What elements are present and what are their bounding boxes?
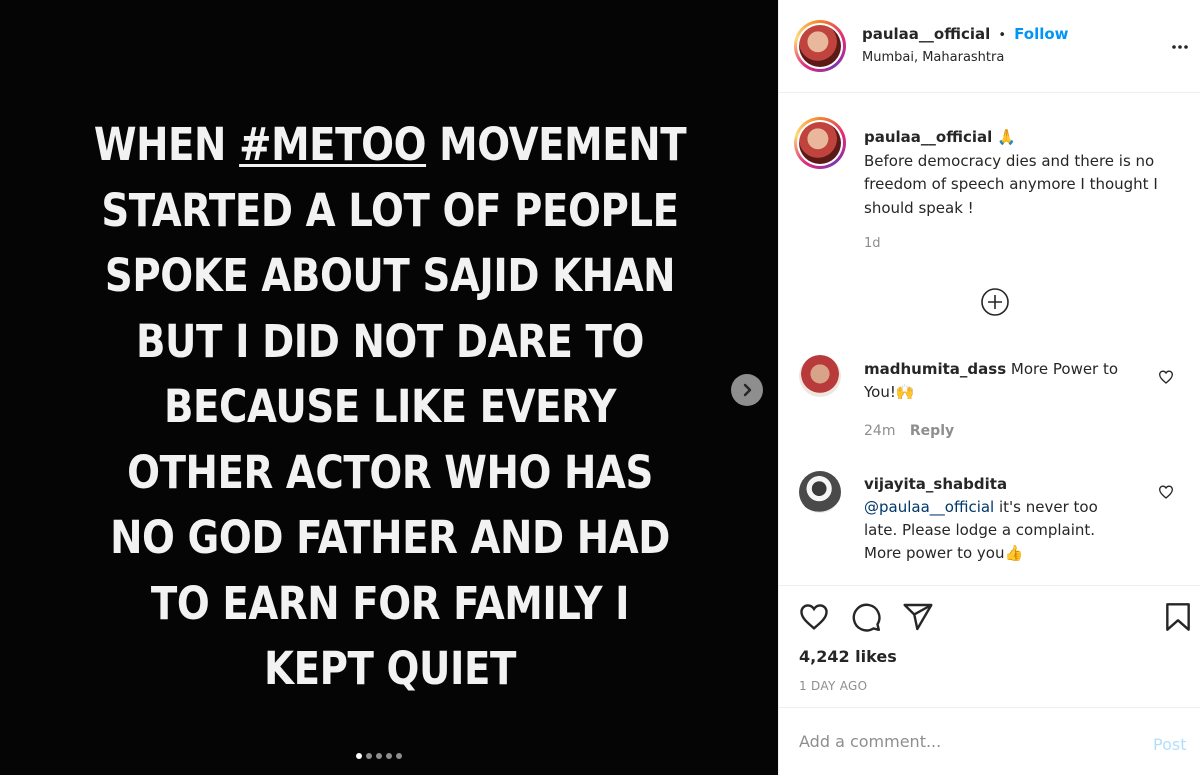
carousel-dot [376, 753, 382, 759]
comment-avatar[interactable] [799, 471, 841, 513]
heart-icon[interactable] [798, 601, 830, 633]
media-text-line: NO GOD FATHER AND HAD [110, 511, 670, 564]
chevron-right-icon [743, 383, 752, 397]
media-hashtag: #METOO [239, 118, 427, 171]
comment-username[interactable]: vijayita_shabdita [864, 473, 1134, 496]
caption-emoji: 🙏 [997, 128, 1016, 146]
media-text-start: WHEN [93, 118, 240, 171]
post-date[interactable]: 1 DAY AGO [799, 679, 867, 693]
follow-button[interactable]: Follow [1014, 25, 1068, 43]
author-username[interactable]: paulaa__official [862, 25, 990, 43]
post-location[interactable]: Mumbai, Maharashtra [862, 50, 1004, 65]
header-separator: • [998, 28, 1007, 43]
reply-button[interactable]: Reply [910, 423, 954, 439]
comment-icon[interactable] [850, 601, 882, 633]
caption-avatar[interactable] [794, 117, 846, 169]
post-header: paulaa__official • Follow Mumbai, Mahara… [779, 0, 1200, 93]
media-text-line: SPOKE ABOUT SAJID KHAN [104, 249, 676, 302]
heart-icon[interactable] [1158, 369, 1174, 385]
share-icon[interactable] [902, 601, 934, 633]
caption-username[interactable]: paulaa__official [864, 128, 992, 146]
comment-mention[interactable]: @paulaa__official [864, 498, 994, 516]
media-text-line: KEPT QUIET [264, 642, 516, 695]
caption: paulaa__official 🙏 Before democracy dies… [864, 126, 1184, 220]
next-slide-button[interactable] [731, 374, 763, 406]
plus-circle-icon[interactable] [979, 286, 1011, 318]
comment-username[interactable]: madhumita_dass [864, 360, 1006, 378]
carousel-dot [396, 753, 402, 759]
bookmark-icon[interactable] [1162, 601, 1194, 633]
post-button[interactable]: Post [1153, 735, 1186, 754]
media-text-line: BUT I DID NOT DARE TO [135, 314, 644, 368]
caption-time[interactable]: 1d [864, 236, 881, 251]
post-media[interactable]: WHEN #METOO MOVEMENT STARTED A LOT OF PE… [0, 0, 778, 775]
comment: vijayita_shabdita @paulaa__official it's… [864, 473, 1134, 565]
carousel-dot [366, 753, 372, 759]
post-sidebar: paulaa__official • Follow Mumbai, Mahara… [778, 0, 1200, 775]
comment-time[interactable]: 24m [864, 423, 895, 439]
carousel-dot-active [356, 753, 362, 759]
caption-text: Before democracy dies and there is no fr… [864, 151, 1158, 217]
media-text-line: BECAUSE LIKE EVERY [163, 380, 617, 433]
post-actions: 4,242 likes 1 DAY AGO [779, 585, 1200, 708]
author-avatar[interactable] [794, 20, 846, 72]
media-text-line: TO EARN FOR FAMILY I [150, 576, 630, 630]
comment-avatar[interactable] [799, 355, 841, 397]
media-text-line: STARTED A LOT OF PEOPLE [101, 183, 679, 237]
comment-input[interactable] [799, 732, 1129, 751]
comments-list[interactable]: paulaa__official 🙏 Before democracy dies… [779, 93, 1200, 585]
media-text-line1-end: MOVEMENT [426, 118, 687, 171]
comment-meta: 24m Reply [864, 423, 954, 439]
add-comment-bar: Post [779, 708, 1200, 775]
heart-icon[interactable] [1158, 484, 1174, 500]
likes-count[interactable]: 4,242 likes [799, 647, 897, 666]
more-horizontal-icon[interactable] [1171, 38, 1189, 56]
media-text-line: OTHER ACTOR WHO HAS [127, 445, 653, 499]
comment: madhumita_dass More Power to You!🙌 [864, 358, 1154, 404]
carousel-dot [386, 753, 392, 759]
media-text: WHEN #METOO MOVEMENT STARTED A LOT OF PE… [89, 112, 691, 702]
carousel-dots [356, 753, 402, 759]
